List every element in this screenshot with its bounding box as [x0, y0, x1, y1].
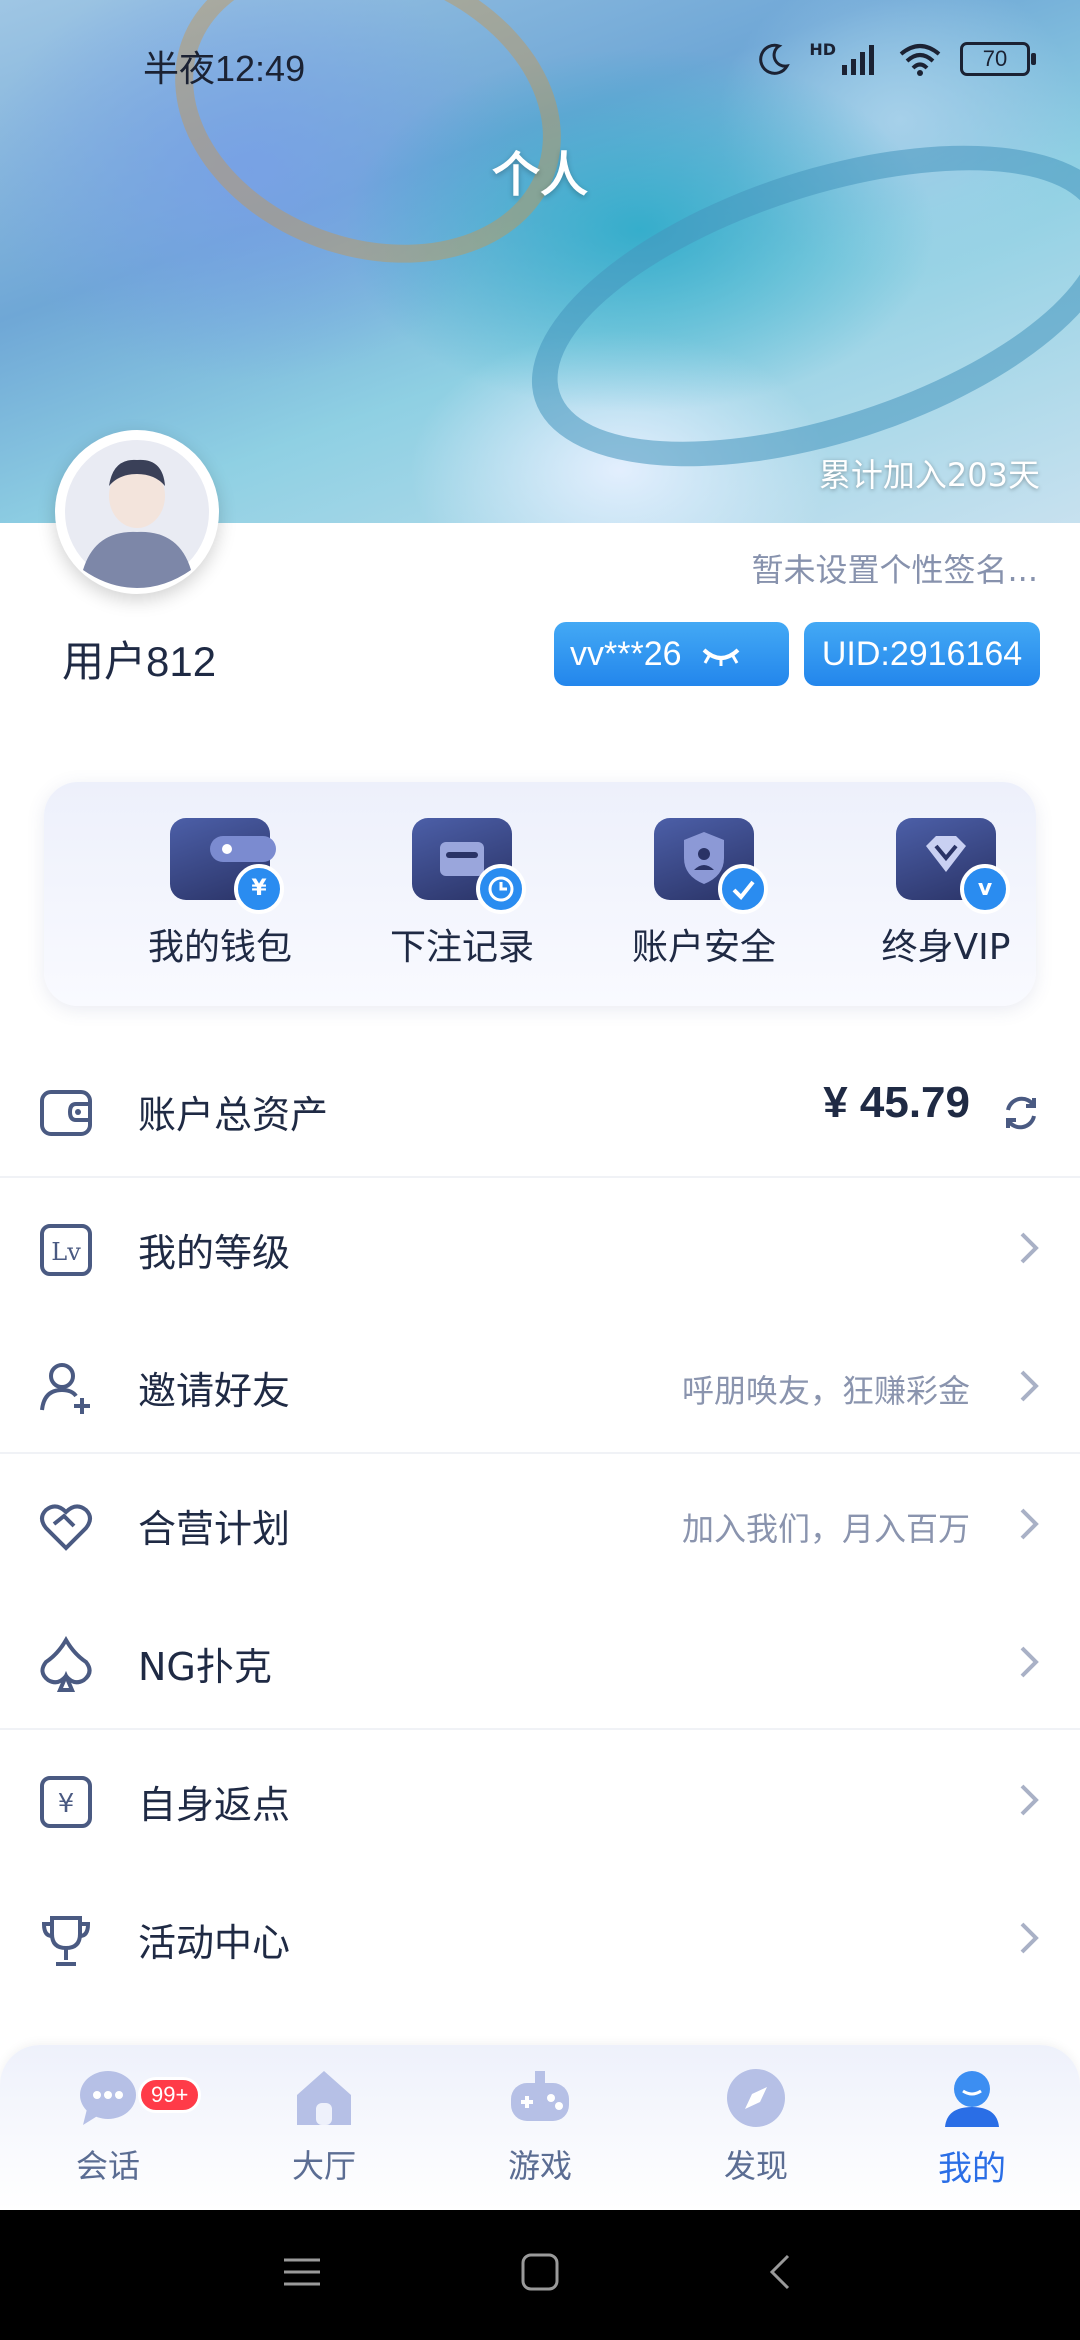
back-icon[interactable] [760, 2252, 800, 2292]
handshake-heart-icon [40, 1504, 92, 1551]
add-user-icon [40, 1363, 90, 1414]
menu-item-events[interactable]: 活动中心 [0, 1868, 1080, 2006]
unread-badge: 99+ [138, 2077, 202, 2113]
refresh-icon[interactable] [1000, 1092, 1042, 1134]
chat-icon [80, 2071, 136, 2125]
system-nav-bar [0, 2210, 1080, 2340]
profile-icon [945, 2071, 999, 2127]
quick-action-bet-record[interactable]: 下注记录 [362, 818, 562, 970]
status-time: 半夜12:49 [143, 48, 306, 89]
nav-label: 我的 [938, 2149, 1006, 2189]
account-tag[interactable]: vv***26 [554, 622, 789, 686]
nav-tab-games[interactable]: 游戏 [470, 2065, 610, 2187]
menu-lines-icon[interactable] [282, 2252, 322, 2292]
compass-icon [727, 2069, 785, 2127]
chevron-right-icon [1020, 1646, 1039, 1678]
chevron-right-icon [1020, 1232, 1039, 1264]
menu-label: 合营计划 [138, 1507, 291, 1551]
yuan-icon: ¥ [40, 1776, 92, 1828]
v-badge-icon: v [960, 864, 1010, 914]
wifi-icon [899, 44, 941, 76]
vip-diamond-icon: v [896, 818, 1010, 914]
nav-label: 会话 [75, 2147, 140, 2185]
battery-indicator: 70 [960, 42, 1036, 76]
menu-subtitle: 呼朋唤友，狂赚彩金 [681, 1372, 970, 1410]
menu-item-assets[interactable]: 账户总资产 ¥ 45.79 [0, 1040, 1080, 1178]
nav-label: 发现 [723, 2147, 788, 2185]
username: 用户812 [62, 638, 217, 685]
menu-item-invite[interactable]: 邀请好友 呼朋唤友，狂赚彩金 [0, 1316, 1080, 1454]
quick-action-label: 终身VIP [881, 927, 1011, 968]
svg-text:Lv: Lv [51, 1238, 81, 1266]
trophy-icon [41, 1916, 91, 1966]
menu-item-partner[interactable]: 合营计划 加入我们，月入百万 [0, 1454, 1080, 1592]
quick-actions-card: ¥ 我的钱包 下注记录 账户安全 v 终身VIP [44, 782, 1036, 1006]
clock-badge-icon [476, 864, 526, 914]
menu-label: 账户总资产 [138, 1093, 329, 1137]
joined-days: 累计加入203天 [818, 456, 1040, 494]
moon-icon [759, 43, 791, 75]
account-masked: vv***26 [570, 635, 682, 673]
avatar[interactable] [55, 430, 219, 594]
menu-label: 我的等级 [138, 1231, 291, 1275]
wallet-outline-icon [40, 1090, 92, 1136]
menu-label: 自身返点 [138, 1783, 291, 1827]
shield-icon [654, 818, 768, 914]
uid-tag[interactable]: UID:2916164 [804, 622, 1040, 686]
quick-action-label: 下注记录 [389, 927, 534, 968]
signal-icon [842, 45, 874, 75]
quick-action-security[interactable]: 账户安全 [604, 818, 804, 970]
menu-label: NG扑克 [138, 1645, 272, 1689]
network-label: HD [809, 39, 836, 59]
menu-label: 活动中心 [138, 1921, 291, 1965]
chevron-right-icon [1020, 1784, 1039, 1816]
gamepad-icon [511, 2071, 569, 2121]
wallet-icon: ¥ [170, 818, 284, 914]
level-icon: Lv [40, 1224, 92, 1276]
nav-label: 游戏 [507, 2147, 572, 2185]
home-square-icon[interactable] [520, 2252, 560, 2292]
page-title: 个人 [491, 147, 588, 203]
chevron-right-icon [1020, 1922, 1039, 1954]
status-bar: 半夜12:49 HD 70 [0, 0, 1080, 120]
nav-label: 大厅 [291, 2147, 356, 2185]
total-assets-amount: ¥ 45.79 [823, 1078, 970, 1127]
home-icon [297, 2071, 351, 2125]
spade-icon [40, 1636, 92, 1692]
yuan-badge-icon: ¥ [234, 864, 284, 914]
menu-list: 账户总资产 ¥ 45.79 Lv 我的等级 邀请好友 呼朋唤友，狂赚彩金 合营计… [0, 1040, 1080, 2006]
nav-tab-chat[interactable]: 99+ 会话 [38, 2065, 202, 2187]
nav-tab-discover[interactable]: 发现 [686, 2065, 826, 2187]
bet-record-icon [412, 818, 526, 914]
nav-tab-profile[interactable]: 我的 [902, 2065, 1042, 2190]
nav-tab-lobby[interactable]: 大厅 [254, 2065, 394, 2187]
menu-item-poker[interactable]: NG扑克 [0, 1592, 1080, 1730]
svg-text:¥: ¥ [58, 1789, 75, 1819]
chevron-right-icon [1020, 1370, 1039, 1402]
menu-item-level[interactable]: Lv 我的等级 [0, 1178, 1080, 1316]
check-badge-icon [718, 864, 768, 914]
quick-action-wallet[interactable]: ¥ 我的钱包 [120, 818, 320, 970]
signature-text[interactable]: 暂未设置个性签名... [751, 545, 1038, 591]
eye-closed-icon[interactable] [701, 644, 741, 668]
quick-action-vip[interactable]: v 终身VIP [846, 818, 1046, 970]
quick-action-label: 账户安全 [631, 927, 776, 968]
menu-label: 邀请好友 [138, 1369, 291, 1413]
chevron-right-icon [1020, 1508, 1039, 1540]
menu-subtitle: 加入我们，月入百万 [681, 1510, 970, 1548]
menu-item-rebate[interactable]: ¥ 自身返点 [0, 1730, 1080, 1868]
quick-action-label: 我的钱包 [147, 927, 292, 968]
status-icons: HD 70 [757, 39, 1036, 76]
bottom-nav: 99+ 会话 大厅 游戏 发现 我的 [0, 2045, 1080, 2210]
